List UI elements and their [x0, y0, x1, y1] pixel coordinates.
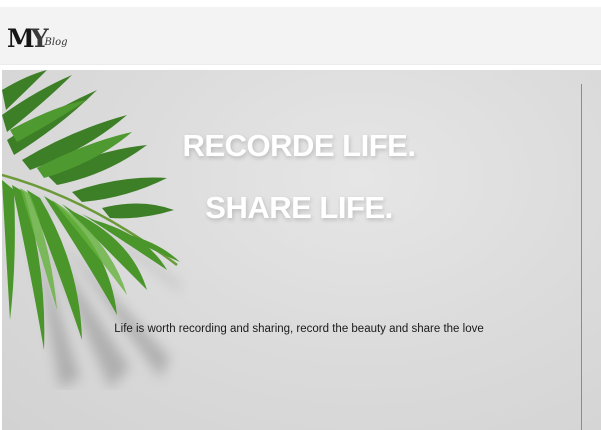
logo-letter-m: M	[7, 24, 35, 53]
hero-banner: RECORDE LIFE. SHARE LIFE. Life is worth …	[2, 70, 601, 430]
hero-title-line-2: SHARE LIFE.	[205, 190, 393, 225]
site-header: MY Blog	[0, 7, 601, 65]
palm-leaf-icon	[2, 70, 181, 388]
hero-tagline: Life is worth recording and sharing, rec…	[114, 323, 484, 335]
logo-letter-y: Y	[30, 24, 49, 53]
logo-subtitle: Blog	[44, 37, 68, 48]
vertical-divider	[581, 84, 582, 430]
site-logo[interactable]: MY Blog	[7, 21, 68, 51]
hero-title-line-1: RECORDE LIFE.	[182, 128, 416, 163]
logo-mark: MY	[7, 26, 49, 51]
